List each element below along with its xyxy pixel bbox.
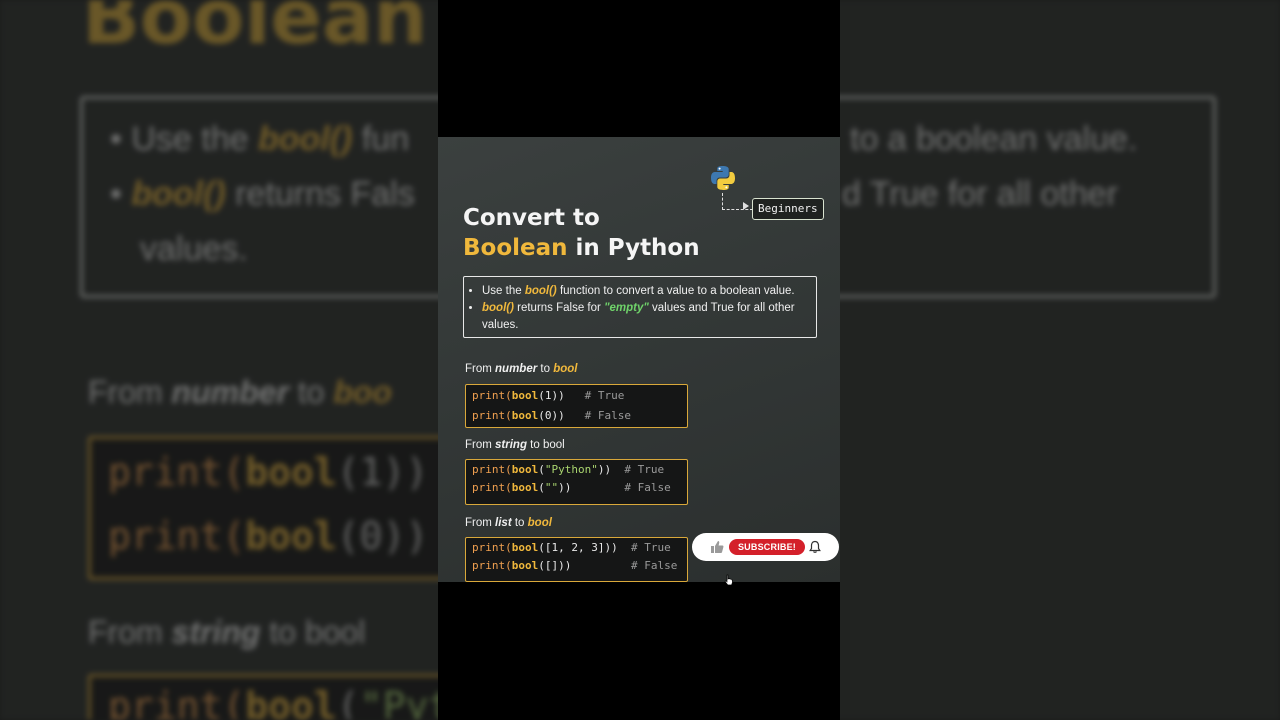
bg-bullet-2-cont: values. — [140, 230, 248, 268]
code-line: print(bool(1)) # True — [472, 389, 625, 402]
beginners-badge: Beginners — [752, 198, 824, 220]
bg-bullet-1: • Use the bool() fun — [110, 120, 410, 158]
bg-from-number: From number to boo — [88, 374, 392, 410]
code-block-string: print(bool("Python")) # True print(bool(… — [465, 459, 688, 505]
code-block-number: print(bool(1)) # True print(bool(0)) # F… — [465, 384, 688, 428]
bg-code-line-2: print(bool(0)) — [108, 514, 429, 558]
thumbs-up-icon[interactable] — [710, 540, 724, 554]
content-card: Beginners Convert to Boolean in Python U… — [438, 137, 840, 582]
hand-cursor-icon — [724, 574, 733, 586]
title-line-1: Convert to — [463, 205, 600, 231]
bg-bullet-2-tail: d True for all other — [842, 175, 1118, 213]
code-line: print(bool("")) # False — [472, 481, 671, 494]
code-line: print(bool("Python")) # True — [472, 463, 665, 476]
section-number-heading: From number to bool — [465, 363, 578, 375]
section-string-heading: From string to bool — [465, 439, 565, 451]
bell-icon[interactable] — [808, 540, 822, 554]
code-line: print(bool([1, 2, 3])) # True — [472, 541, 671, 554]
python-logo-icon — [711, 166, 735, 190]
info-bullet-1: Use the bool() function to convert a val… — [482, 283, 816, 300]
bg-title: Boolean — [82, 0, 428, 61]
bg-code-line-3: print(bool("Pyth — [108, 684, 475, 720]
subscribe-overlay: SUBSCRIBE! — [692, 533, 839, 561]
bg-bullet-1-tail: to a boolean value. — [850, 120, 1138, 158]
bg-from-string: From string to bool — [88, 614, 366, 650]
info-bullet-2: bool() returns False for "empty" values … — [482, 300, 816, 334]
title-rest: in Python — [567, 235, 700, 261]
code-block-list: print(bool([1, 2, 3])) # True print(bool… — [465, 537, 688, 582]
bg-bullet-2: • bool() returns Fals — [110, 175, 415, 213]
info-box: Use the bool() function to convert a val… — [463, 276, 817, 338]
bg-code-line-1: print(bool(1)) — [108, 450, 429, 494]
code-line: print(bool(0)) # False — [472, 409, 631, 422]
subscribe-button[interactable]: SUBSCRIBE! — [729, 539, 805, 555]
page-title: Convert to Boolean in Python — [463, 203, 700, 263]
code-line: print(bool([])) # False — [472, 559, 678, 572]
section-list-heading: From list to bool — [465, 517, 552, 529]
arrow-head-icon — [743, 202, 749, 210]
title-accent: Boolean — [463, 235, 568, 261]
title-line-2: Boolean in Python — [463, 233, 700, 263]
